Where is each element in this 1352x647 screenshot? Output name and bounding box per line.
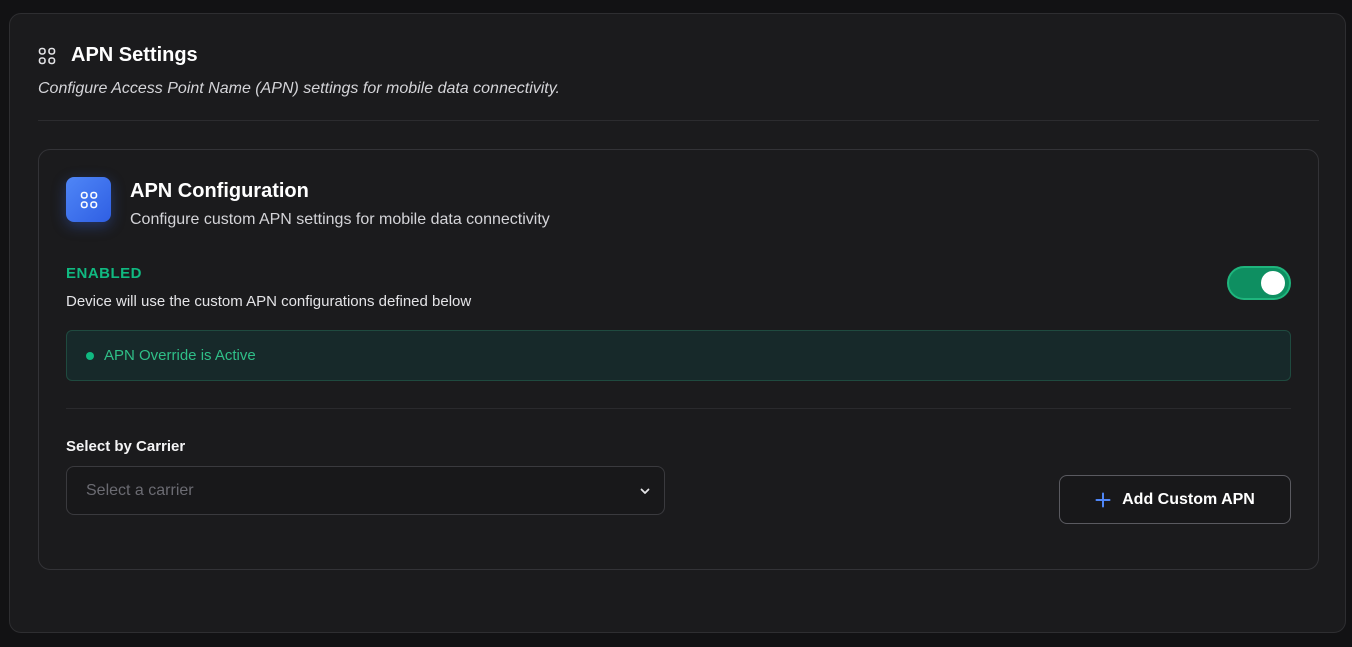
add-custom-apn-label: Add Custom APN: [1122, 490, 1255, 508]
card-icon-badge: [66, 177, 111, 222]
apn-settings-panel: APN Settings Configure Access Point Name…: [9, 13, 1346, 633]
grid-icon: [38, 47, 56, 65]
page-title: APN Settings: [71, 44, 198, 66]
carrier-select-placeholder: Select a carrier: [86, 481, 194, 499]
status-label: ENABLED: [66, 265, 143, 282]
chevron-down-icon: [638, 484, 652, 498]
panel-header: APN Settings: [38, 44, 198, 67]
page-description: Configure Access Point Name (APN) settin…: [38, 80, 560, 97]
card-subtitle: Configure custom APN settings for mobile…: [130, 211, 550, 228]
toggle-knob: [1261, 271, 1285, 295]
apn-override-toggle[interactable]: [1227, 266, 1291, 300]
grid-icon: [80, 191, 98, 209]
status-dot-icon: [86, 351, 94, 360]
carrier-select-label: Select by Carrier: [66, 438, 186, 455]
divider: [38, 120, 1319, 121]
card-title: APN Configuration: [130, 180, 309, 202]
add-custom-apn-button[interactable]: Add Custom APN: [1059, 475, 1291, 524]
divider: [66, 408, 1291, 409]
banner-text: APN Override is Active: [104, 347, 256, 364]
plus-icon: [1095, 492, 1111, 508]
carrier-select[interactable]: Select a carrier: [66, 466, 665, 515]
apn-configuration-card: APN Configuration Configure custom APN s…: [38, 149, 1319, 570]
status-banner: APN Override is Active: [66, 330, 1291, 381]
status-description: Device will use the custom APN configura…: [66, 293, 472, 310]
